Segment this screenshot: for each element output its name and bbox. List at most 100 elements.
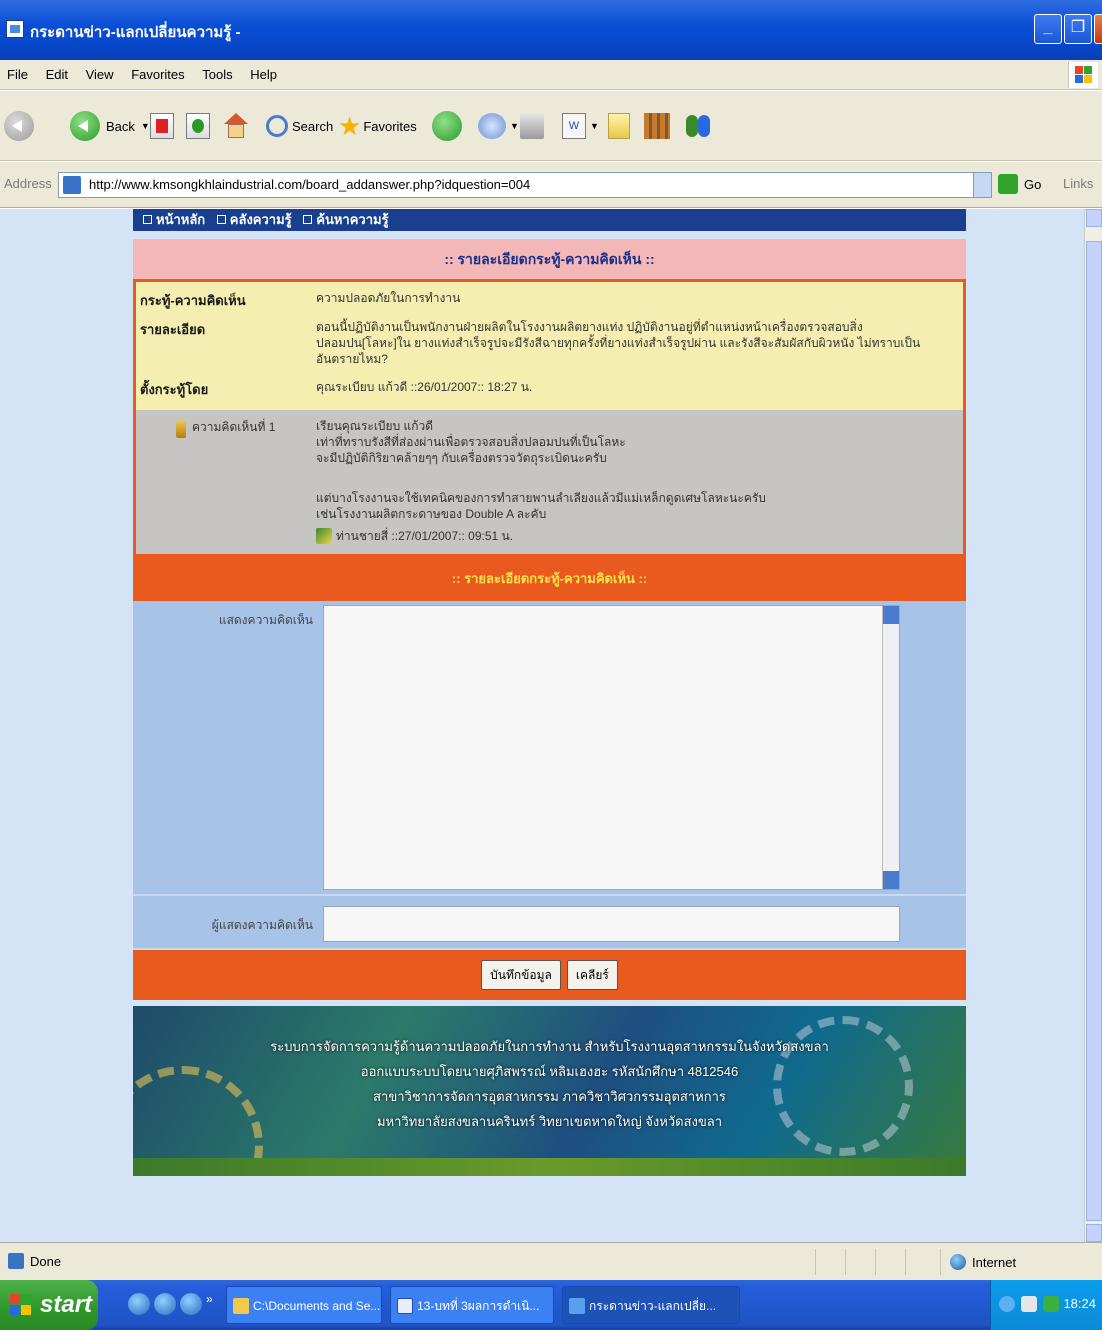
window-title: กระดานข่าว-แลกเปลี่ยนความรู้ - — [30, 24, 241, 41]
commenter-row: ผู้แสดงความคิดเห็น — [133, 896, 966, 950]
reply-line: แต่บางโรงงานจะใช้เทคนิคของการทำสายพานลำเ… — [316, 491, 766, 505]
favorites-label: Favorites — [363, 118, 417, 134]
menu-tools[interactable]: Tools — [195, 60, 239, 90]
commenter-input[interactable] — [323, 906, 900, 942]
windows-logo-icon — [1068, 62, 1098, 88]
reply-label: ความคิดเห็นที่ 1 — [192, 420, 276, 434]
tray-arrow-icon[interactable] — [999, 1296, 1015, 1312]
address-bar: Address http://www.kmsongkhlaindustrial.… — [0, 162, 1102, 208]
reply-label-cell: ความคิดเห็นที่ 1 — [136, 418, 316, 544]
detail-value: ตอนนี้ปฏิบัติงานเป็นพนักงานฝ่ายผลิตในโรง… — [316, 320, 921, 366]
reply-byline: ท่านชายสี่ ::27/01/2007:: 09:51 น. — [316, 528, 963, 544]
ie-quicklaunch-icon[interactable] — [128, 1293, 150, 1315]
mail-icon — [478, 113, 506, 139]
ie-page-icon — [569, 1298, 585, 1314]
textarea-scrollbar[interactable] — [882, 606, 899, 889]
chevron-down-icon: ▼ — [590, 121, 599, 131]
restore-button[interactable]: ❐ — [1064, 14, 1092, 44]
nav-knowledge-base[interactable]: คลังความรู้ — [216, 212, 292, 227]
stop-icon[interactable] — [150, 113, 174, 139]
ie-page-icon — [63, 176, 81, 194]
discuss-icon[interactable] — [608, 113, 630, 139]
minimize-button[interactable]: _ — [1034, 14, 1062, 44]
comment-row: แสดงความคิดเห็น — [133, 601, 966, 896]
back-button[interactable]: Back ▼ — [70, 109, 150, 143]
search-icon — [266, 115, 288, 137]
menu-file[interactable]: File — [0, 60, 35, 90]
globe-icon — [950, 1254, 966, 1270]
detail-row: รายละเอียด ตอนนี้ปฏิบัติงานเป็นพนักงานฝ่… — [136, 315, 963, 371]
nav-search-knowledge[interactable]: ค้นหาความรู้ — [303, 212, 389, 227]
scroll-down-icon[interactable] — [1086, 1224, 1102, 1242]
page-icon — [6, 20, 24, 38]
go-label: Go — [1024, 176, 1042, 192]
start-label: start — [40, 1291, 93, 1318]
comment-textarea[interactable] — [323, 605, 900, 890]
home-icon[interactable] — [222, 113, 250, 139]
reply-body: เรียนคุณระเบียบ แก้วดี เท่าที่ทราบรังสีท… — [316, 418, 963, 544]
word-icon — [397, 1298, 413, 1314]
footer-banner: ระบบการจัดการความรู้ด้านความปลอดภัยในการ… — [133, 1006, 966, 1176]
print-icon[interactable] — [520, 113, 544, 139]
address-url: http://www.kmsongkhlaindustrial.com/boar… — [89, 177, 531, 192]
address-dropdown-icon[interactable] — [973, 173, 991, 197]
research-icon[interactable] — [644, 113, 670, 139]
star-icon: ★ — [338, 111, 362, 141]
taskbar: start » C:\Documents and Se... 13-บทที่ … — [0, 1280, 1102, 1330]
poster-row: ตั้งกระทู้โดย คุณระเบียบ แก้วดี ::26/01/… — [136, 371, 963, 410]
address-input[interactable]: http://www.kmsongkhlaindustrial.com/boar… — [58, 172, 992, 198]
mail-button[interactable]: ▼ — [478, 109, 519, 143]
system-tray: 18:24 — [990, 1280, 1102, 1330]
scroll-down-icon[interactable] — [883, 871, 899, 889]
task-browser[interactable]: กระดานข่าว-แลกเปลี่ย... — [562, 1286, 740, 1324]
edit-button[interactable]: W ▼ — [562, 109, 599, 143]
toolbar: Back ▼ Search ★ Favorites ▼ W ▼ — [0, 91, 1102, 161]
page-scrollbar[interactable] — [1084, 209, 1102, 1242]
poster-value: คุณระเบียบ แก้วดี ::26/01/2007:: 18:27 น… — [316, 380, 533, 394]
start-button[interactable]: start — [0, 1280, 98, 1330]
save-button[interactable]: บันทึกข้อมูล — [481, 960, 561, 990]
search-label: Search — [292, 118, 334, 134]
reply-line: เท่าที่ทราบรังสีที่ส่องผ่านเพื่อตรวจสอบส… — [316, 435, 626, 449]
close-button[interactable] — [1094, 14, 1102, 44]
clear-button[interactable]: เคลียร์ — [566, 960, 618, 990]
status-text: Done — [30, 1254, 62, 1269]
nav-home[interactable]: หน้าหลัก — [143, 212, 205, 227]
poster-key: ตั้งกระทู้โดย — [140, 382, 209, 397]
comment-label: แสดงความคิดเห็น — [218, 613, 313, 627]
network-icon[interactable] — [1021, 1296, 1037, 1312]
quicklaunch-more-icon[interactable]: » — [206, 1292, 213, 1306]
volume-icon[interactable] — [1043, 1296, 1059, 1312]
task-explorer[interactable]: C:\Documents and Se... — [226, 1286, 382, 1324]
history-icon[interactable] — [432, 111, 462, 141]
form-header: :: รายละเอียดกระทู้-ความคิดเห็น :: — [133, 557, 966, 601]
address-label: Address — [4, 176, 52, 191]
links-button[interactable]: Links — [1063, 176, 1093, 191]
task-word[interactable]: 13-บทที่ 3ผลการดำเนิ... — [390, 1286, 554, 1324]
go-button[interactable]: Go — [998, 174, 1041, 194]
chevron-down-icon: ▼ — [510, 121, 519, 131]
scroll-thumb[interactable] — [1086, 241, 1102, 1221]
favorites-button[interactable]: ★ Favorites — [338, 109, 417, 143]
search-button[interactable]: Search — [266, 109, 333, 143]
ie-quicklaunch-icon[interactable] — [180, 1293, 202, 1315]
ie-quicklaunch-icon[interactable] — [154, 1293, 176, 1315]
top-nav: หน้าหลัก คลังความรู้ ค้นหาความรู้ — [133, 209, 966, 231]
browser-window: กระดานข่าว-แลกเปลี่ยนความรู้ - _ ❐ File … — [0, 0, 1102, 1330]
topic-row: กระทู้-ความคิดเห็น ความปลอดภัยในการทำงาน — [136, 282, 963, 315]
reply-line — [316, 466, 963, 482]
menu-help[interactable]: Help — [243, 60, 284, 90]
menu-favorites[interactable]: Favorites — [124, 60, 191, 90]
messenger-icon[interactable] — [684, 113, 712, 139]
scroll-up-icon[interactable] — [1086, 209, 1102, 227]
banner-footer-strip — [133, 1158, 966, 1176]
menu-edit[interactable]: Edit — [39, 60, 75, 90]
back-label: Back — [106, 118, 135, 134]
scroll-up-icon[interactable] — [883, 606, 899, 624]
windows-flag-icon — [10, 1294, 32, 1316]
reply-line: เช่นโรงงานผลิตกระดาษของ Double A ละคับ — [316, 507, 547, 521]
word-icon: W — [562, 113, 586, 139]
menu-view[interactable]: View — [79, 60, 121, 90]
refresh-icon[interactable] — [186, 113, 210, 139]
reply-row: ความคิดเห็นที่ 1 เรียนคุณระเบียบ แก้วดี … — [136, 410, 963, 554]
